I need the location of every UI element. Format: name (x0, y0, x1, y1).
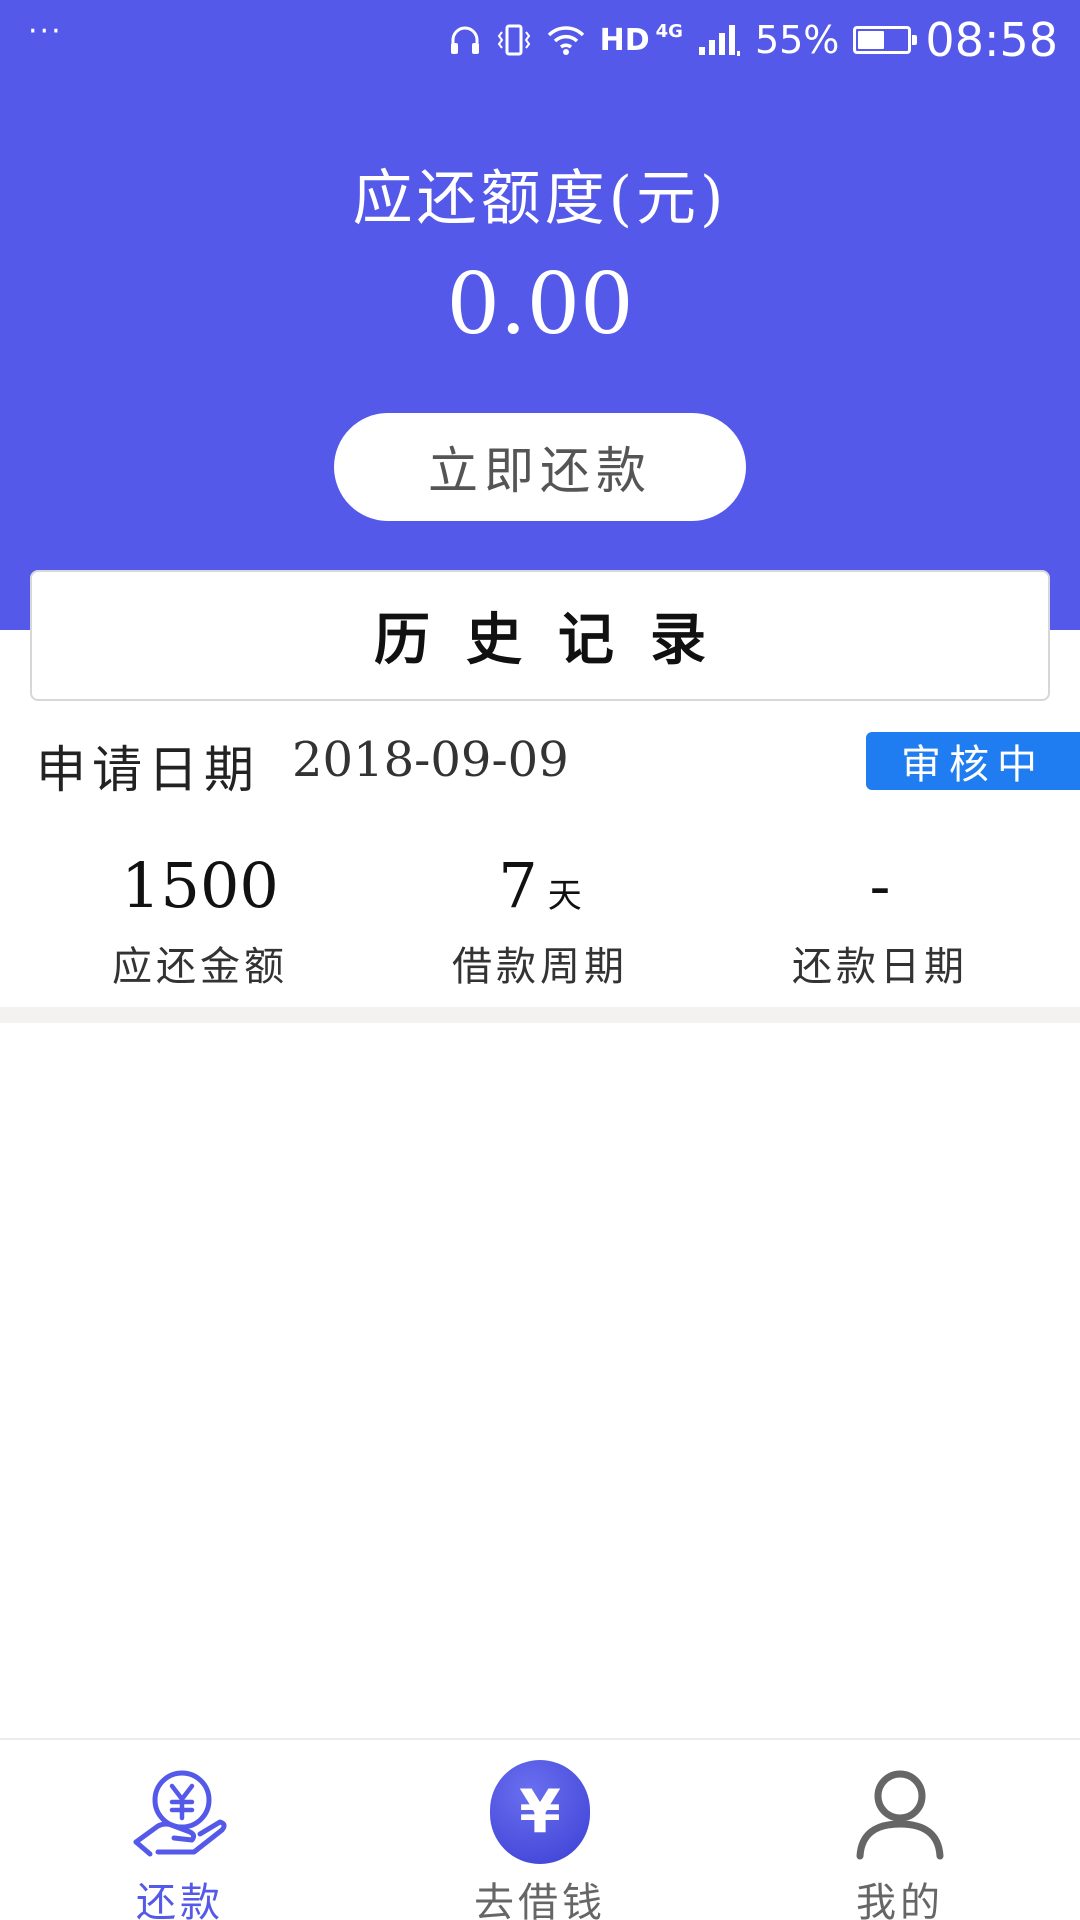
wifi-icon (546, 24, 586, 56)
stat-value: - (869, 849, 891, 922)
hand-yuan-icon (130, 1762, 230, 1862)
bottom-tab-bar: 还款 ¥ 去借钱 我的 (0, 1738, 1080, 1920)
history-records-button[interactable]: 历史记录 (30, 570, 1050, 701)
tab-borrow[interactable]: ¥ 去借钱 (390, 1740, 690, 1920)
stat-repay-amount: 1500 应还金额 (30, 849, 370, 991)
stat-value: 7 (498, 849, 538, 922)
battery-icon (853, 26, 918, 54)
due-amount-label: 应还额度(元) (352, 164, 728, 234)
yuan-circle-icon: ¥ (490, 1760, 590, 1864)
tab-label: 还款 (136, 1880, 224, 1920)
status-badge: 审核中 (866, 732, 1080, 790)
clock: 08:58 (925, 13, 1058, 67)
stat-unit: 天 (547, 876, 582, 916)
battery-fill (858, 31, 885, 49)
stat-label: 应还金额 (112, 944, 288, 990)
apply-date-value: 2018-09-09 (292, 732, 569, 788)
apply-date-label: 申请日期 (36, 741, 260, 799)
tab-label: 我的 (856, 1880, 944, 1920)
signal-icon (697, 23, 741, 57)
tab-repay[interactable]: 还款 (30, 1740, 330, 1920)
repay-now-button[interactable]: 立即还款 (334, 413, 746, 521)
network-type: 4G (655, 20, 683, 42)
stat-label: 还款日期 (792, 944, 968, 990)
headphones-icon (448, 23, 482, 57)
stat-loan-period: 7天 借款周期 (370, 849, 710, 991)
stat-repay-date: - 还款日期 (710, 849, 1050, 991)
status-icons: HD 4G 55% 08:58 (448, 10, 1058, 70)
stat-value: 1500 (121, 849, 279, 922)
vibrate-icon (496, 22, 532, 58)
battery-percent: 55% (754, 18, 840, 62)
due-amount-value: 0.00 (446, 255, 634, 353)
section-divider (0, 1007, 1080, 1023)
menu-dots[interactable]: ··· (28, 14, 63, 49)
record-stats: 1500 应还金额 7天 借款周期 - 还款日期 (0, 849, 1080, 991)
record-header: 申请日期 2018-09-09 审核中 (0, 730, 1080, 799)
user-icon (850, 1762, 950, 1862)
status-bar: ··· HD 4G 55% 08:58 (0, 0, 1080, 80)
tab-mine[interactable]: 我的 (750, 1740, 1050, 1920)
tab-label: 去借钱 (474, 1880, 606, 1920)
history-title: 历史记录 (374, 607, 742, 673)
stat-label: 借款周期 (452, 944, 628, 990)
hd-indicator: HD (599, 22, 650, 58)
